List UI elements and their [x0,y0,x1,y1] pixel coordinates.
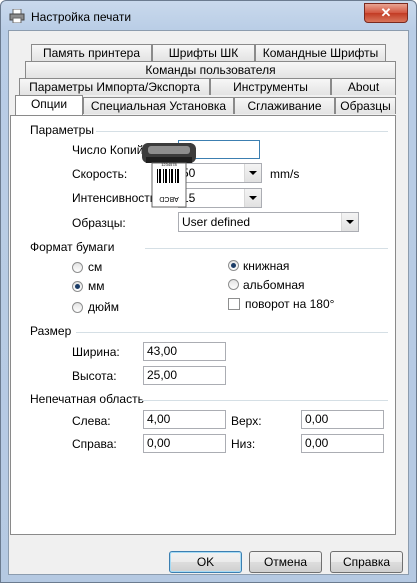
label-barcode-number: 1234578 [161,162,177,167]
height-label: Высота: [72,369,117,383]
tab-samples[interactable]: Образцы [335,97,396,114]
margin-top-label: Верх: [231,414,262,428]
margin-left-input[interactable]: 4,00 [143,410,226,429]
margin-left-label: Слева: [72,414,111,428]
copies-label: Число Копий: [72,143,147,157]
cancel-button[interactable]: Отмена [249,551,322,573]
margin-bottom-label: Низ: [231,437,256,451]
unit-inch-label: дюйм [88,300,119,314]
title-bar[interactable]: Настройка печати ✕ [1,1,416,31]
samples-value: User defined [182,215,251,229]
height-value: 25,00 [147,368,178,382]
help-button[interactable]: Справка [330,551,403,573]
window-title: Настройка печати [31,10,132,24]
unit-cm-radio[interactable] [72,262,83,273]
speed-unit: mm/s [270,167,300,181]
rotate-180-label: поворот на 180° [245,297,335,311]
samples-select[interactable]: User defined [178,212,359,232]
nonprint-divider [140,400,388,401]
chevron-down-icon[interactable] [244,164,261,182]
tab-options[interactable]: Опции [15,95,83,115]
unit-inch-radio[interactable] [72,302,83,313]
margin-top-input[interactable]: 0,00 [301,410,384,429]
printer-icon [9,9,25,23]
rotate-180-checkbox[interactable] [228,298,240,310]
paper-divider [145,248,388,249]
margin-left-value: 4,00 [147,412,171,426]
size-divider [76,332,388,333]
paper-group-title: Формат бумаги [30,240,115,254]
orientation-landscape-label: альбомная [243,278,305,292]
tab-about[interactable]: About [331,78,396,95]
margin-top-value: 0,00 [305,412,329,426]
label-abcd-text: ABCD [159,195,178,202]
unit-mm-radio[interactable] [72,281,83,292]
tab-special-setup[interactable]: Специальная Установка [83,97,234,114]
tab-smoothing[interactable]: Сглаживание [234,97,335,114]
chevron-down-icon[interactable] [244,189,261,207]
label-printer-illustration: 1234578 ABCD [142,143,196,208]
orientation-landscape-radio[interactable] [228,279,239,290]
samples-label: Образцы: [72,216,126,230]
margin-right-value: 0,00 [147,436,171,450]
margin-bottom-input[interactable]: 0,00 [301,434,384,453]
tab-import-export[interactable]: Параметры Импорта/Экспорта [19,78,210,95]
speed-label: Скорость: [72,167,128,181]
unit-mm-label: мм [88,279,105,293]
tab-command-fonts[interactable]: Командные Шрифты [255,44,386,61]
width-label: Ширина: [72,345,120,359]
params-divider [96,131,388,132]
orientation-portrait-label: книжная [243,259,290,273]
close-icon: ✕ [380,5,392,20]
tab-tools[interactable]: Инструменты [210,78,331,95]
orientation-portrait-radio[interactable] [228,260,239,271]
margin-right-input[interactable]: 0,00 [143,434,226,453]
params-group-title: Параметры [30,123,94,137]
size-group-title: Размер [30,324,72,338]
margin-right-label: Справа: [72,437,117,451]
height-input[interactable]: 25,00 [143,366,226,385]
unit-cm-label: см [88,260,103,274]
chevron-down-icon[interactable] [341,213,358,231]
tab-barcode-fonts[interactable]: Шрифты ШК [152,44,255,61]
tab-user-commands[interactable]: Команды пользователя [25,61,396,78]
tab-printer-memory[interactable]: Память принтера [31,44,152,61]
close-button[interactable]: ✕ [364,3,408,23]
width-input[interactable]: 43,00 [143,342,226,361]
width-value: 43,00 [147,344,178,358]
nonprint-group-title: Непечатная область [30,392,144,406]
ok-button[interactable]: OK [169,551,242,573]
margin-bottom-value: 0,00 [305,436,329,450]
